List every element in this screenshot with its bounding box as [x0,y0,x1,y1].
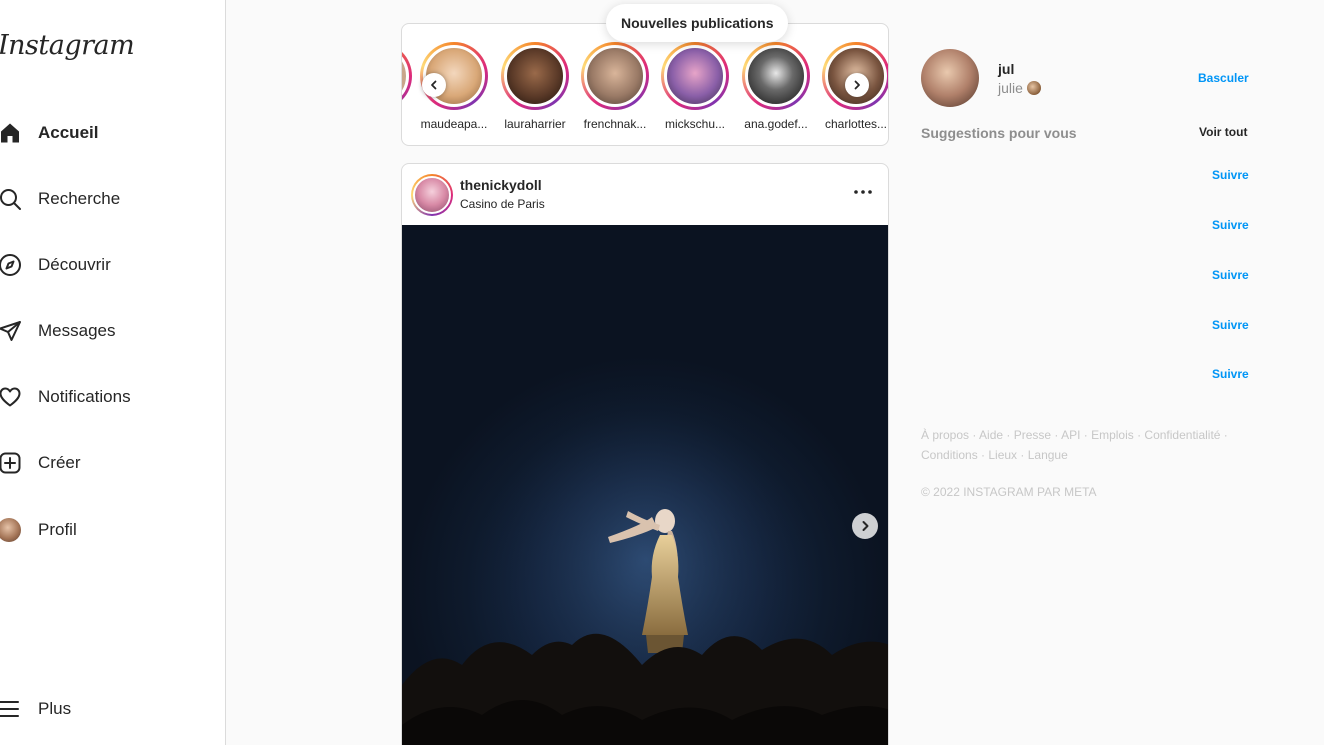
current-user-name-row: julie [998,80,1041,96]
image-next-button[interactable] [852,513,878,539]
story-avatar [581,42,649,110]
compass-icon [0,252,23,278]
switch-account-button[interactable]: Basculer [1198,71,1249,85]
post-location[interactable]: Casino de Paris [460,197,545,211]
sidebar-more-label: Plus [38,699,72,718]
sidebar: Instagram Accueil Recherche Découvrir Me… [0,0,226,745]
sidebar-item-label: Notifications [38,387,131,406]
current-user-name: julie [998,80,1023,96]
suggestions-title: Suggestions pour vous [921,125,1077,141]
chevron-left-icon [431,80,437,90]
feed-post: thenickydoll Casino de Paris [401,163,889,745]
sidebar-item-label: Messages [38,321,116,340]
story-avatar [742,42,810,110]
story-item[interactable]: lauraharrier [495,42,575,131]
sidebar-item-notifications[interactable]: Notifications [0,377,220,417]
sidebar-item-home[interactable]: Accueil [0,113,220,153]
story-username: ana.godef... [744,117,808,131]
story-username: lauraharrier [504,117,566,131]
story-ring-partial[interactable] [402,42,412,110]
follow-button[interactable]: Suivre [1212,318,1249,332]
follow-button[interactable]: Suivre [1212,168,1249,182]
follow-button[interactable]: Suivre [1212,367,1249,381]
emoji-icon [1026,81,1041,95]
story-username: maudeapa... [420,117,488,131]
sidebar-item-label: Recherche [38,189,121,208]
current-user-avatar[interactable] [921,49,979,107]
sidebar-item-more[interactable]: Plus [0,689,220,729]
story-username: mickschu... [664,117,725,131]
sidebar-item-explore[interactable]: Découvrir [0,245,220,285]
story-item[interactable]: frenchnak... [575,42,655,131]
sidebar-item-messages[interactable]: Messages [0,311,220,351]
chevron-right-icon [862,521,869,531]
home-icon [0,120,23,146]
avatar [0,517,23,543]
heart-icon [0,384,23,410]
copyright: © 2022 INSTAGRAM PAR META [921,485,1097,499]
plus-square-icon [0,450,23,476]
performer-photo [402,225,888,745]
story-username: charlottes... [824,117,888,131]
follow-button[interactable]: Suivre [1212,268,1249,282]
stories-prev-button[interactable] [422,73,446,97]
sidebar-item-label: Accueil [38,123,99,142]
instagram-logo[interactable]: Instagram [0,30,135,61]
footer-links[interactable]: À propos · Aide · Presse · API · Emplois… [921,425,1261,465]
see-all-button[interactable]: Voir tout [1199,125,1247,139]
sidebar-item-profile[interactable]: Profil [0,510,220,550]
post-image[interactable] [402,225,888,745]
follow-button[interactable]: Suivre [1212,218,1249,232]
stories-next-button[interactable] [845,73,869,97]
post-username[interactable]: thenickydoll [460,177,542,193]
sidebar-item-create[interactable]: Créer [0,443,220,483]
story-item[interactable]: ana.godef... [736,42,816,131]
menu-icon [0,696,23,722]
post-header: thenickydoll Casino de Paris [402,164,888,225]
paper-plane-icon [0,318,23,344]
sidebar-item-label: Profil [38,520,77,539]
current-user-username[interactable]: jul [998,61,1014,77]
story-avatar [661,42,729,110]
story-username: frenchnak... [583,117,647,131]
new-posts-pill[interactable]: Nouvelles publications [606,4,789,42]
story-item[interactable]: mickschu... [655,42,735,131]
sidebar-item-label: Découvrir [38,255,111,274]
search-icon [0,186,23,212]
more-options-icon[interactable] [852,182,874,202]
chevron-right-icon [854,80,860,90]
sidebar-item-search[interactable]: Recherche [0,179,220,219]
sidebar-item-label: Créer [38,453,81,472]
story-avatar [501,42,569,110]
post-author-avatar[interactable] [411,174,453,216]
